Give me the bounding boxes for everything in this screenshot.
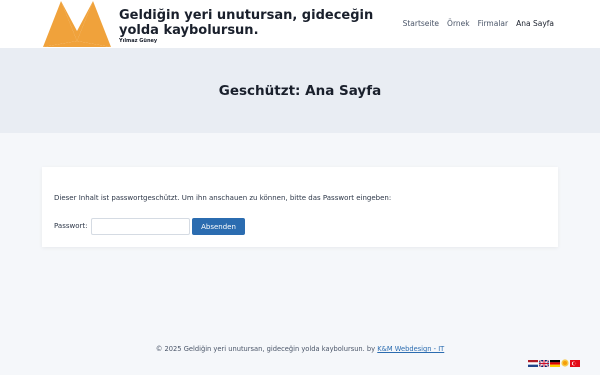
password-info-text: Dieser Inhalt ist passwortgeschützt. Um … (54, 194, 392, 202)
flag-uk-icon[interactable] (539, 359, 549, 367)
submit-button[interactable]: Absenden (192, 218, 245, 235)
flag-turkey-icon[interactable] (570, 359, 580, 367)
site-header: Geldiğin yeri unutursan, gideceğin yolda… (0, 0, 600, 48)
password-input[interactable] (91, 218, 190, 235)
flag-netherlands-icon[interactable] (528, 359, 538, 367)
page-hero: Geschützt: Ana Sayfa (0, 48, 600, 133)
nav-item-ana-sayfa[interactable]: Ana Sayfa (516, 19, 554, 28)
language-switcher (528, 359, 580, 367)
nav-item-firmalar[interactable]: Firmalar (478, 19, 508, 28)
footer-text: © 2025 Geldiğin yeri unutursan, gideceği… (155, 345, 378, 353)
site-logo-icon[interactable] (43, 1, 111, 47)
site-tagline: Yılmaz Güney (119, 38, 158, 44)
flag-sun-icon[interactable] (561, 359, 569, 367)
page-title: Geschützt: Ana Sayfa (218, 83, 382, 99)
password-label: Passwort: (54, 222, 88, 230)
password-form-card: Dieser Inhalt ist passwortgeschützt. Um … (42, 167, 558, 247)
footer-link[interactable]: K&M Webdesign - IT (377, 345, 444, 353)
main-nav: Startseite Örnek Firmalar Ana Sayfa (403, 19, 554, 28)
nav-item-startseite[interactable]: Startseite (403, 19, 439, 28)
site-footer: © 2025 Geldiğin yeri unutursan, gideceği… (0, 345, 600, 353)
nav-item-ornek[interactable]: Örnek (447, 19, 470, 28)
site-title[interactable]: Geldiğin yeri unutursan, gideceğin yolda… (119, 8, 389, 38)
flag-germany-icon[interactable] (550, 359, 560, 367)
